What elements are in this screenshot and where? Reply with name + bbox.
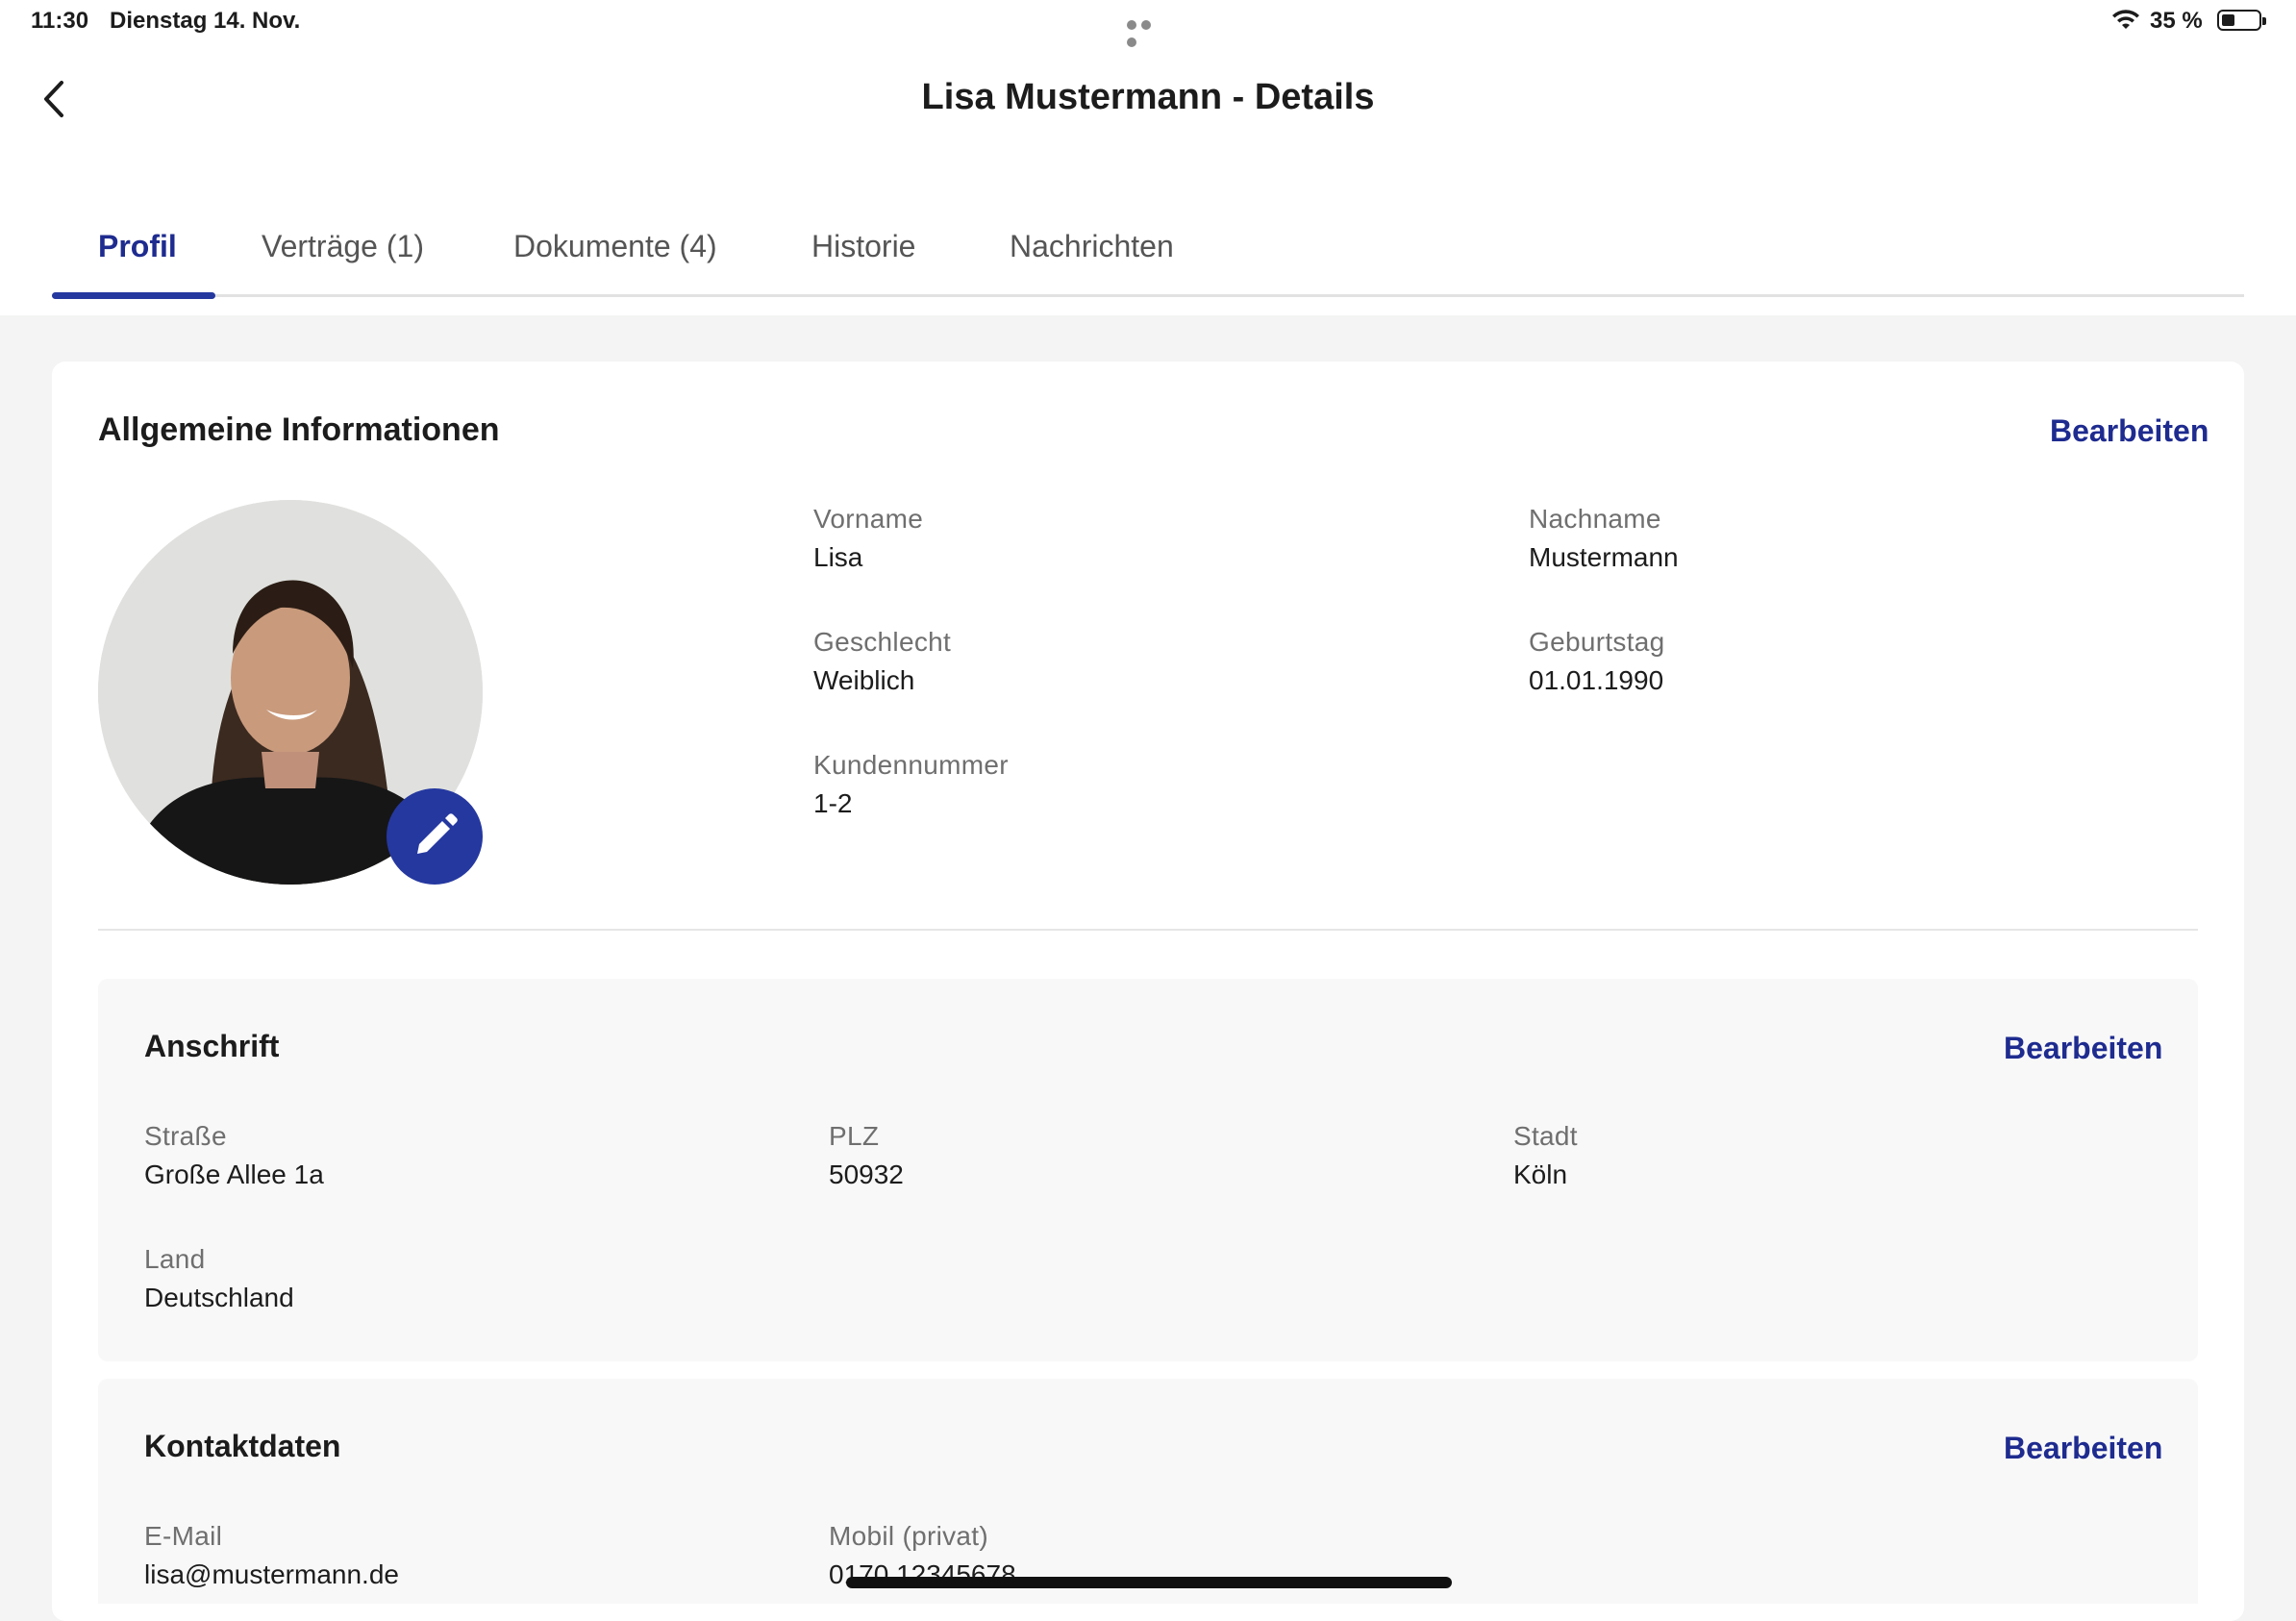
edit-address-button[interactable]: Bearbeiten — [2004, 1031, 2162, 1066]
label-land: Land — [144, 1244, 206, 1274]
value-geschlecht: Weiblich — [813, 665, 915, 695]
battery-icon — [2217, 10, 2266, 31]
value-geburtstag: 01.01.1990 — [1529, 665, 1664, 695]
label-kundennummer: Kundennummer — [813, 750, 1009, 780]
multitasking-dots-icon[interactable] — [1127, 17, 1169, 47]
home-indicator[interactable] — [846, 1577, 1452, 1588]
value-vorname: Lisa — [813, 542, 863, 572]
value-land: Deutschland — [144, 1283, 294, 1312]
value-nachname: Mustermann — [1529, 542, 1679, 572]
status-time: 11:30 — [31, 8, 89, 34]
tab-nachrichten[interactable]: Nachrichten — [1010, 227, 1174, 294]
wifi-icon — [2112, 10, 2139, 29]
value-plz: 50932 — [829, 1160, 904, 1189]
edit-general-button[interactable]: Bearbeiten — [2050, 413, 2209, 449]
contact-card — [98, 1379, 2198, 1604]
label-email: E-Mail — [144, 1521, 223, 1551]
label-nachname: Nachname — [1529, 504, 1661, 534]
value-email: lisa@mustermann.de — [144, 1559, 399, 1589]
section-title-address: Anschrift — [144, 1029, 280, 1063]
tab-active-indicator — [52, 292, 215, 299]
address-card — [98, 979, 2198, 1361]
value-stadt: Köln — [1513, 1160, 1568, 1189]
label-vorname: Vorname — [813, 504, 924, 534]
battery-percent: 35 % — [2150, 8, 2203, 34]
section-title-general: Allgemeine Informationen — [98, 411, 500, 448]
value-strasse: Große Allee 1a — [144, 1160, 324, 1189]
edit-contact-button[interactable]: Bearbeiten — [2004, 1431, 2162, 1466]
status-date: Dienstag 14. Nov. — [110, 8, 301, 34]
label-stadt: Stadt — [1513, 1121, 1578, 1151]
pencil-icon — [417, 813, 458, 854]
label-strasse: Straße — [144, 1121, 227, 1151]
tab-historie[interactable]: Historie — [811, 227, 915, 294]
tab-dokumente[interactable]: Dokumente (4) — [513, 227, 717, 294]
section-divider — [98, 929, 2198, 931]
tab-profil[interactable]: Profil — [98, 227, 177, 294]
label-mobil: Mobil (privat) — [829, 1521, 989, 1551]
tab-divider — [52, 294, 2244, 297]
value-kundennummer: 1-2 — [813, 788, 853, 818]
tab-vertraege[interactable]: Verträge (1) — [262, 227, 424, 294]
status-bar: 11:30 Dienstag 14. Nov. 35 % — [0, 0, 2296, 47]
label-geburtstag: Geburtstag — [1529, 627, 1665, 657]
avatar-edit-button[interactable] — [387, 788, 483, 885]
label-plz: PLZ — [829, 1121, 880, 1151]
tab-bar: Profil Verträge (1) Dokumente (4) Histor… — [52, 227, 2244, 300]
label-geschlecht: Geschlecht — [813, 627, 952, 657]
page-title: Lisa Mustermann - Details — [921, 77, 1375, 117]
section-title-contact: Kontaktdaten — [144, 1429, 341, 1463]
